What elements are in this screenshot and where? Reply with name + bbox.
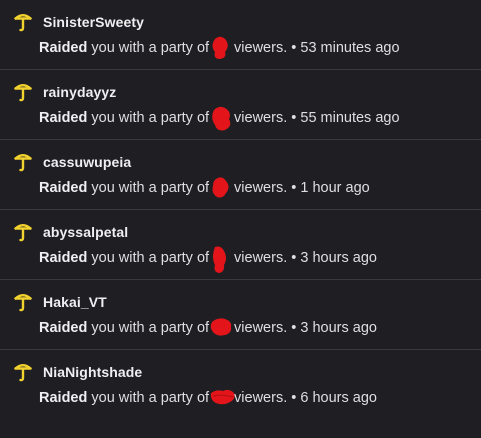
raid-text-after: viewers. bbox=[234, 110, 288, 126]
viewer-count-redaction bbox=[210, 389, 235, 405]
raid-icon bbox=[13, 222, 33, 242]
raid-list-item[interactable]: NiaNightshade Raided you with a party of… bbox=[0, 350, 481, 420]
raid-text-before: you with a party of bbox=[91, 110, 210, 126]
raid-action-label: Raided bbox=[39, 390, 88, 406]
raid-text-before: you with a party of bbox=[91, 250, 210, 266]
raid-text-after: viewers. bbox=[234, 320, 288, 336]
raider-username[interactable]: SinisterSweety bbox=[43, 14, 144, 30]
raid-list-item[interactable]: abyssalpetal Raided you with a party of v… bbox=[0, 210, 481, 280]
raid-text-after: viewers. bbox=[234, 180, 288, 196]
raid-action-label: Raided bbox=[39, 110, 88, 126]
raid-list-item[interactable]: SinisterSweety Raided you with a party o… bbox=[0, 0, 481, 70]
raid-activity-feed: SinisterSweety Raided you with a party o… bbox=[0, 0, 481, 438]
raid-icon bbox=[13, 12, 33, 32]
raid-text-before: you with a party of bbox=[91, 390, 210, 406]
viewer-count-redaction bbox=[211, 246, 233, 273]
raid-icon bbox=[13, 362, 33, 382]
raid-description: Raided you with a party of viewers. • 1 h… bbox=[39, 177, 370, 198]
separator-dot: • bbox=[291, 390, 297, 406]
raid-text-before: you with a party of bbox=[91, 320, 210, 336]
raid-icon bbox=[13, 292, 33, 312]
raid-timestamp: 1 hour ago bbox=[300, 180, 370, 196]
raider-username[interactable]: NiaNightshade bbox=[43, 364, 142, 380]
raid-text-after: viewers. bbox=[234, 250, 288, 266]
raider-username[interactable]: Hakai_VT bbox=[43, 294, 107, 310]
raid-text-after: viewers. bbox=[234, 40, 288, 56]
raid-description: Raided you with a party of viewers. • 3 h… bbox=[39, 246, 377, 273]
separator-dot: • bbox=[291, 110, 297, 126]
raid-text-before: you with a party of bbox=[91, 180, 210, 196]
raid-description: Raided you with a party of viewers. • 6 h… bbox=[39, 389, 377, 406]
raid-action-label: Raided bbox=[39, 40, 88, 56]
raid-action-label: Raided bbox=[39, 250, 88, 266]
raid-description: Raided you with a party of viewers. • 3 h… bbox=[39, 318, 377, 336]
raid-timestamp: 6 hours ago bbox=[300, 390, 377, 406]
separator-dot: • bbox=[291, 40, 297, 56]
raid-action-label: Raided bbox=[39, 320, 88, 336]
raid-list-item[interactable]: rainydayyz Raided you with a party of vie… bbox=[0, 70, 481, 140]
raid-timestamp: 3 hours ago bbox=[300, 250, 377, 266]
raid-text-after: viewers. bbox=[234, 390, 288, 406]
raider-username[interactable]: rainydayyz bbox=[43, 84, 116, 100]
separator-dot: • bbox=[291, 180, 297, 196]
raid-text-before: you with a party of bbox=[91, 40, 210, 56]
raider-username[interactable]: cassuwupeia bbox=[43, 154, 131, 170]
raid-timestamp: 55 minutes ago bbox=[300, 110, 400, 126]
raid-action-label: Raided bbox=[39, 180, 88, 196]
raid-description: Raided you with a party of viewers. • 53 … bbox=[39, 36, 400, 59]
raid-timestamp: 3 hours ago bbox=[300, 320, 377, 336]
separator-dot: • bbox=[291, 250, 297, 266]
raid-icon bbox=[13, 82, 33, 102]
raid-list-item[interactable]: Hakai_VT Raided you with a party of viewe… bbox=[0, 280, 481, 350]
viewer-count-redaction bbox=[211, 36, 233, 59]
viewer-count-redaction bbox=[211, 177, 233, 198]
separator-dot: • bbox=[291, 320, 297, 336]
raid-description: Raided you with a party of viewers. • 55 … bbox=[39, 106, 400, 131]
viewer-count-redaction bbox=[211, 106, 233, 131]
raid-list-item[interactable]: cassuwupeia Raided you with a party of vi… bbox=[0, 140, 481, 210]
raid-icon bbox=[13, 152, 33, 172]
raider-username[interactable]: abyssalpetal bbox=[43, 224, 128, 240]
viewer-count-redaction bbox=[210, 318, 233, 336]
raid-timestamp: 53 minutes ago bbox=[300, 40, 400, 56]
